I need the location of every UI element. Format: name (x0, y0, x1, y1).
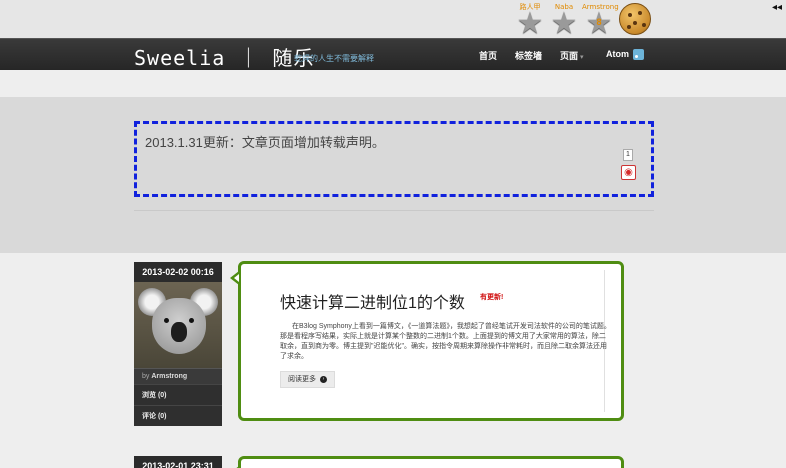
weibo-share-icon[interactable]: ◉ (621, 165, 636, 180)
card-pointer (230, 271, 239, 285)
nav-pages-label: 页面 (560, 51, 579, 61)
post-sidebar: 2013-02-01 23:31 (134, 456, 222, 468)
collapse-icon[interactable]: ◂◂ (772, 2, 782, 13)
share-count-badge: 1 (623, 149, 633, 161)
post-sidebar: 2013-02-02 00:16 by Armstrong 浏览 (0) 评论 … (134, 262, 222, 426)
read-more-label: 阅读更多 (288, 376, 316, 383)
site-logo[interactable]: Sweelia ｜ 随乐 (134, 42, 314, 71)
star-badge-1[interactable]: 路人甲 ★ (513, 3, 547, 41)
chevron-down-icon: ▾ (580, 54, 584, 61)
nav-atom[interactable]: Atom (606, 49, 629, 59)
notice-box: 2013.1.31更新：文章页面增加转载声明。 1 ◉ (134, 121, 654, 197)
author-avatar[interactable] (134, 282, 222, 368)
notice-text: 2013.1.31更新：文章页面增加转载声明。 (145, 135, 385, 150)
star-badge-3[interactable]: Armstrong ★ 8 (582, 3, 619, 39)
star-icon: ★ (516, 6, 544, 41)
navbar: Sweelia ｜ 随乐 乾焊的人生不需要解释 首页 标签墙 页面 ▾ Atom (0, 38, 786, 70)
post-comments[interactable]: 评论 (0) (134, 405, 222, 426)
star-icon: ★ (550, 6, 578, 41)
rss-icon[interactable] (633, 49, 644, 60)
updated-badge: 有更新! (480, 294, 504, 301)
star-number: 8 (596, 17, 602, 27)
nav-tag-wall[interactable]: 标签墙 (515, 49, 542, 62)
divider (134, 210, 654, 211)
nav-home[interactable]: 首页 (479, 49, 497, 62)
site-tagline: 乾焊的人生不需要解释 (294, 54, 374, 63)
post-excerpt: 在B3log Symphony上看到一篇博文，《一道算法题》，我想起了曾经笔试开… (280, 323, 611, 360)
author-link[interactable]: Armstrong (151, 373, 187, 380)
author-prefix: by (142, 373, 150, 380)
arrow-right-icon: › (320, 375, 327, 383)
nav-pages[interactable]: 页面 ▾ (560, 49, 584, 62)
post-author: by Armstrong (134, 368, 222, 384)
post-date: 2013-02-02 00:16 (134, 262, 222, 282)
cookie-icon[interactable] (619, 3, 651, 35)
post-card: 快速计算二进制位1的个数 有更新! 在B3log Symphony上看到一篇博文… (230, 261, 624, 421)
star-badge-2[interactable]: Naba ★ (547, 3, 581, 41)
post-card (230, 456, 624, 468)
post-content: 快速计算二进制位1的个数 有更新! 在B3log Symphony上看到一篇博文… (259, 270, 611, 412)
post-views[interactable]: 浏览 (0) (134, 384, 222, 405)
post-date: 2013-02-01 23:31 (134, 456, 222, 468)
read-more-button[interactable]: 阅读更多 › (280, 371, 335, 388)
post-title[interactable]: 快速计算二进制位1的个数 (280, 289, 465, 313)
top-strip: ◂◂ 路人甲 ★ Naba ★ Armstrong ★ 8 (0, 0, 786, 41)
